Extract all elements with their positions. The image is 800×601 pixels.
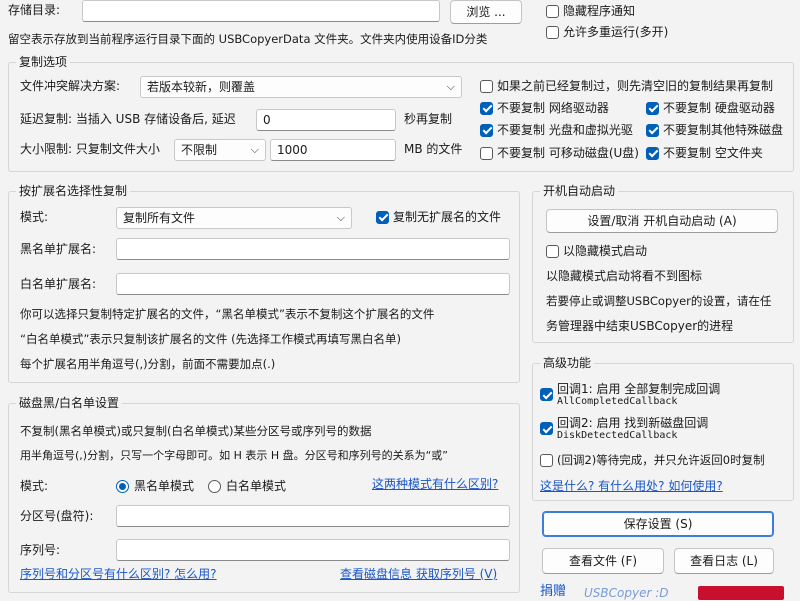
view-log-button[interactable]: 查看日志 (L) [674,548,774,574]
chevron-down-icon: ⌵ [336,211,345,224]
ext-mode-select[interactable]: 复制所有文件 ⌵ [116,207,352,229]
delay-input[interactable]: 0 [256,109,396,131]
donate-logo-icon [698,586,784,600]
hidden-start-checkbox[interactable]: 以隐藏模式启动 [546,243,647,259]
callback2-checkbox[interactable]: 回调2: 启用 找到新磁盘回调 DiskDetectedCallback [540,416,708,441]
checkbox-box [540,453,553,467]
callback2-code: DiskDetectedCallback [557,430,678,441]
partition-input[interactable] [116,505,510,527]
delay-unit: 秒再复制 [404,112,453,126]
save-settings-button[interactable]: 保存设置 (S) [542,511,774,537]
serial-label: 序列号: [20,543,61,557]
copy-options-title: 复制选项 [16,55,71,69]
checkbox-box [480,123,493,137]
size-input[interactable]: 1000 [270,139,396,161]
checkbox-box [546,244,559,258]
skip-network-checkbox[interactable]: 不要复制 网络驱动器 [480,100,609,116]
checkbox-box [480,101,493,115]
ext-desc-2: “白名单模式”表示只复制该扩展名的文件 (先选择工作模式再填写黑白名单) [20,332,402,346]
brand-link[interactable]: USBCopyer :D [584,585,669,601]
storage-hint: 留空表示存放到当前程序运行目录下面的 USBCopyerData 文件夹。文件夹… [8,32,488,46]
skip-empty-folder-checkbox[interactable]: 不要复制 空文件夹 [646,145,763,161]
checkbox-box [540,422,553,435]
size-label: 大小限制: 只复制文件大小 [20,142,160,156]
mode-diff-link[interactable]: 这两种模式有什么区别? [372,476,498,492]
ext-mode-label: 模式: [20,210,49,224]
whitelist-label: 白名单扩展名: [20,277,97,291]
skip-special-checkbox[interactable]: 不要复制其他特殊磁盘 [646,122,783,138]
advanced-help-link[interactable]: 这是什么? 有什么用处? 如何使用? [540,478,723,494]
callback1-label: 回调1: 启用 全部复制完成回调 [557,382,721,396]
checkbox-box [546,25,559,39]
autostart-desc-1: 以隐藏模式启动将看不到图标 [546,269,703,283]
callback1-checkbox[interactable]: 回调1: 启用 全部复制完成回调 AllCompletedCallback [540,382,720,407]
checkbox-box [376,210,389,224]
radio-dot [116,479,129,493]
callback1-code: AllCompletedCallback [557,396,678,407]
callback2-label: 回调2: 启用 找到新磁盘回调 [557,416,709,430]
clear-previous-checkbox[interactable]: 如果之前已经复制过，则先清空旧的复制结果再复制 [480,78,773,94]
disk-mode-label: 模式: [20,479,49,493]
size-mode-select[interactable]: 不限制 ⌵ [174,139,266,161]
storage-dir-input[interactable] [82,0,440,22]
view-files-button[interactable]: 查看文件 (F) [542,548,664,574]
checkbox-box [646,146,659,160]
delay-label: 延迟复制: 当插入 USB 存储设备后, 延迟 [20,112,236,126]
blacklist-input[interactable] [116,238,510,260]
size-unit: MB 的文件 [404,142,463,156]
whitelist-input[interactable] [116,273,510,295]
checkbox-box [546,4,559,18]
autostart-desc-3: 务管理器中结束USBCopyer的进程 [546,319,734,333]
blacklist-mode-radio[interactable]: 黑名单模式 [116,478,194,494]
ext-desc-1: 你可以选择只复制特定扩展名的文件，“黑名单模式”表示不复制这个扩展名的文件 [20,307,435,321]
autostart-title: 开机自动启动 [540,184,619,198]
disk-list-title: 磁盘黑/白名单设置 [16,396,123,410]
conflict-select[interactable]: 若版本较新，则覆盖 ⌵ [140,76,462,98]
allow-multi-checkbox[interactable]: 允许多重运行(多开) [546,24,668,40]
skip-harddisk-checkbox[interactable]: 不要复制 硬盘驱动器 [646,100,775,116]
autostart-toggle-button[interactable]: 设置/取消 开机自动启动 (A) [546,209,778,233]
hide-notify-checkbox[interactable]: 隐藏程序通知 [546,3,635,19]
checkbox-box [480,79,493,93]
storage-label: 存储目录: [8,3,61,17]
checkbox-box [646,101,659,115]
copy-no-ext-checkbox[interactable]: 复制无扩展名的文件 [376,209,501,225]
partition-label: 分区号(盘符): [20,509,94,523]
view-disk-info-link[interactable]: 查看磁盘信息 获取序列号 (V) [340,566,497,582]
ext-desc-3: 每个扩展名用半角逗号(,)分割，前面不需要加点(.) [20,357,276,371]
wait-zero-checkbox[interactable]: (回调2)等待完成，并只允许返回0时复制 [540,452,765,468]
chevron-down-icon: ⌵ [250,143,259,156]
browse-button[interactable]: 浏览 ... [450,0,522,24]
skip-optical-checkbox[interactable]: 不要复制 光盘和虚拟光驱 [480,122,633,138]
whitelist-mode-radio[interactable]: 白名单模式 [208,478,286,494]
autostart-desc-2: 若要停止或调整USBCopyer的设置，请在任 [546,294,772,308]
conflict-label: 文件冲突解决方案: [20,79,121,93]
advanced-title: 高级功能 [540,356,595,370]
ext-copy-title: 按扩展名选择性复制 [16,184,131,198]
chevron-down-icon: ⌵ [446,80,455,93]
disk-desc-1: 不复制(黑名单模式)或只复制(白名单模式)某些分区号或序列号的数据 [20,424,372,438]
blacklist-label: 黑名单扩展名: [20,242,97,256]
radio-dot [208,479,221,493]
donate-label[interactable]: 捐赠 [540,584,566,600]
checkbox-box [646,123,659,137]
serial-input[interactable] [116,539,510,561]
checkbox-box [480,146,493,160]
disk-desc-2: 用半角逗号(,)分割，只写一个字母即可。如 H 表示 H 盘。分区号和序列号的关… [20,449,449,462]
checkbox-box [540,388,553,401]
serial-diff-link[interactable]: 序列号和分区号有什么区别? 怎么用? [20,566,217,582]
skip-removable-checkbox[interactable]: 不要复制 可移动磁盘(U盘) [480,145,639,161]
